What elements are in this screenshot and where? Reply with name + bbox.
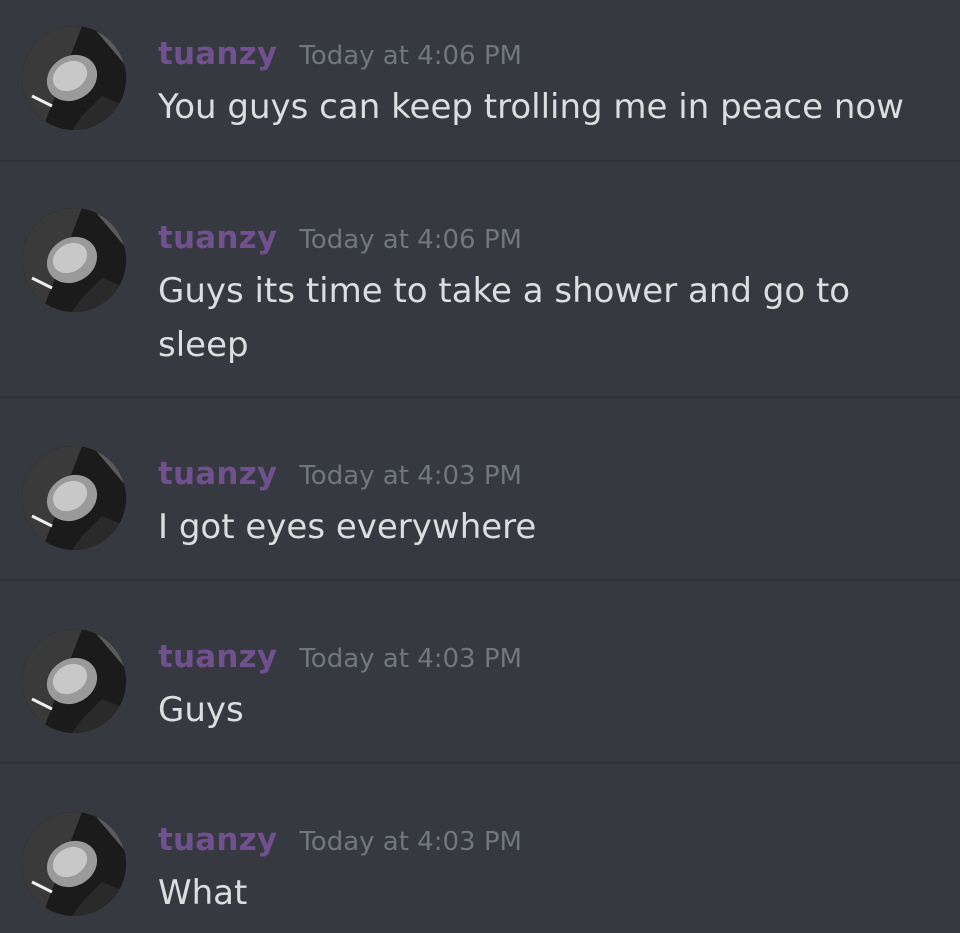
timestamp: Today at 4:06 PM bbox=[299, 225, 522, 255]
user-avatar[interactable] bbox=[22, 446, 126, 550]
message-group: tuanzy Today at 4:03 PM Guys bbox=[0, 581, 960, 764]
user-avatar[interactable] bbox=[22, 26, 126, 130]
chat-message-list: tuanzy Today at 4:06 PM You guys can keep… bbox=[0, 0, 960, 933]
user-avatar[interactable] bbox=[22, 812, 126, 916]
message-text: What bbox=[158, 873, 248, 913]
message-group: tuanzy Today at 4:03 PM I got eyes everyw… bbox=[0, 398, 960, 581]
user-avatar[interactable] bbox=[22, 208, 126, 312]
username[interactable]: tuanzy bbox=[158, 220, 277, 256]
user-avatar[interactable] bbox=[22, 629, 126, 733]
avatar-photo-icon bbox=[22, 446, 126, 550]
message-text: Guys its time to take a shower and go to… bbox=[158, 271, 851, 365]
username[interactable]: tuanzy bbox=[158, 456, 277, 492]
username[interactable]: tuanzy bbox=[158, 639, 277, 675]
message-text: I got eyes everywhere bbox=[158, 507, 537, 547]
timestamp: Today at 4:06 PM bbox=[299, 41, 522, 71]
message-text: Guys bbox=[158, 690, 244, 730]
timestamp: Today at 4:03 PM bbox=[299, 461, 522, 491]
timestamp: Today at 4:03 PM bbox=[299, 644, 522, 674]
avatar-photo-icon bbox=[22, 629, 126, 733]
timestamp: Today at 4:03 PM bbox=[299, 827, 522, 857]
avatar-photo-icon bbox=[22, 208, 126, 312]
message-group: tuanzy Today at 4:06 PM You guys can keep… bbox=[0, 0, 960, 162]
username[interactable]: tuanzy bbox=[158, 36, 277, 72]
username[interactable]: tuanzy bbox=[158, 822, 277, 858]
message-group: tuanzy Today at 4:06 PM Guys its time to … bbox=[0, 162, 960, 398]
message-text: You guys can keep trolling me in peace n… bbox=[158, 87, 904, 127]
message-group: tuanzy Today at 4:03 PM What bbox=[0, 764, 960, 933]
avatar-photo-icon bbox=[22, 812, 126, 916]
avatar-photo-icon bbox=[22, 26, 126, 130]
